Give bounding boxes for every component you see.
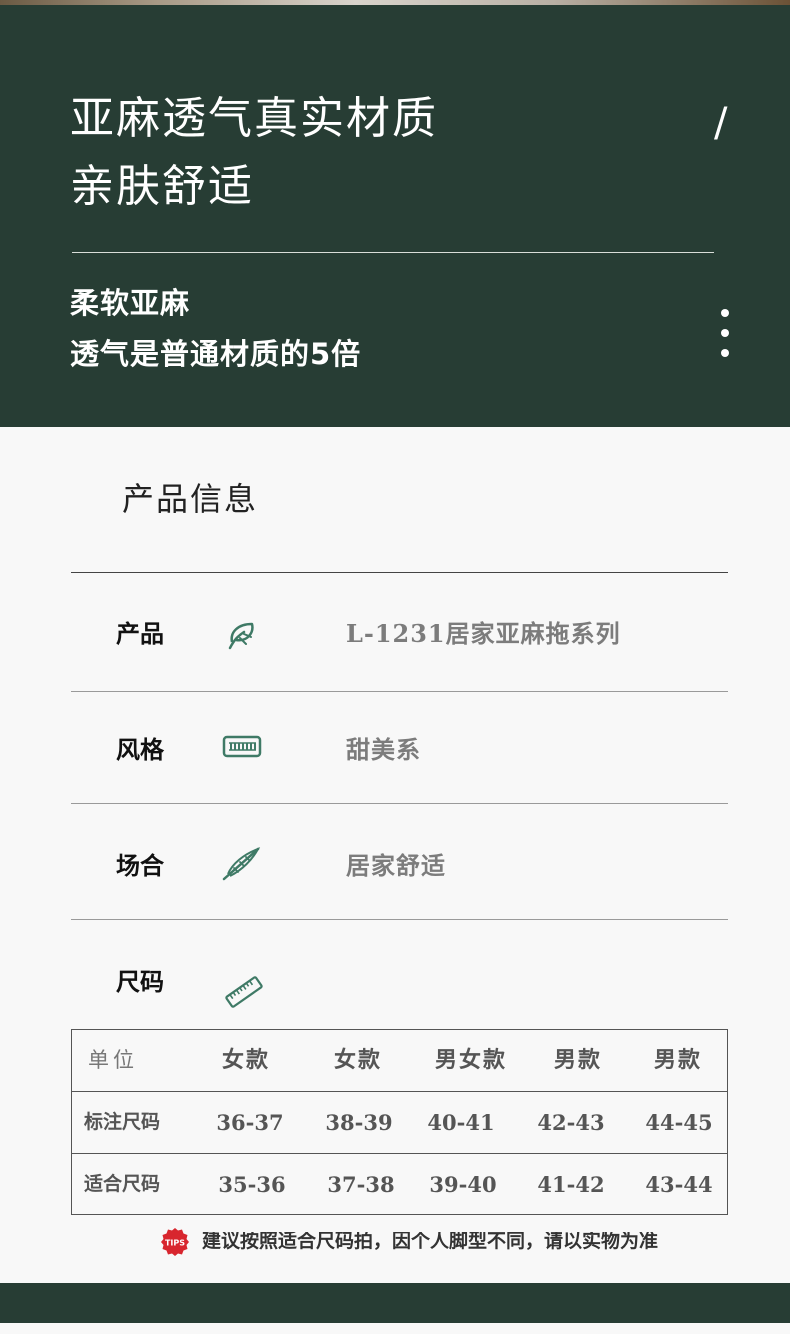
- table-cell: 39-40: [429, 1172, 497, 1197]
- table-header-cell: 男款: [553, 1047, 602, 1073]
- hero-slash: /: [714, 100, 728, 146]
- row-label-occasion: 场合: [116, 852, 164, 880]
- table-header-cell: 单位: [88, 1048, 138, 1072]
- bottom-band: [0, 1283, 790, 1323]
- leaf-icon: [228, 622, 254, 650]
- size-table: 单位 女款 女款 男女款 男款 男款 标注尺码 36-37 38-39 40-4…: [71, 1029, 728, 1215]
- table-cell: 40-41: [427, 1110, 495, 1135]
- hero-title-line1: 亚麻透气真实材质: [70, 93, 438, 144]
- table-cell: 38-39: [325, 1110, 393, 1135]
- ruler-icon: [225, 976, 263, 1008]
- row-value-occasion: 居家舒适: [346, 851, 446, 880]
- section-divider: [71, 572, 728, 573]
- table-cell: 适合尺码: [84, 1173, 161, 1195]
- table-header-cell: 男款: [653, 1047, 702, 1073]
- feather-icon: [222, 847, 261, 881]
- table-cell: 标注尺码: [84, 1111, 161, 1133]
- hero-title-line2: 亲肤舒适: [70, 161, 254, 212]
- row-divider: [71, 919, 728, 920]
- table-cell: 44-45: [645, 1110, 713, 1135]
- keyboard-icon: [222, 735, 262, 758]
- table-cell: 41-42: [537, 1172, 605, 1197]
- table-cell: 42-43: [537, 1110, 605, 1135]
- table-cell: 43-44: [645, 1172, 713, 1197]
- row-label-style: 风格: [116, 736, 164, 764]
- table-cell: 37-38: [327, 1172, 395, 1197]
- row-label-product: 产品: [116, 620, 164, 648]
- tips-badge-label: TIPS: [165, 1239, 185, 1248]
- tips-text: 建议按照适合尺码拍，因个人脚型不同，请以实物为准: [202, 1232, 659, 1251]
- row-divider: [71, 803, 728, 804]
- table-cell: 36-37: [216, 1110, 284, 1135]
- table-cell: 35-36: [218, 1172, 286, 1197]
- hero-subtitle-line1: 柔软亚麻: [70, 286, 191, 320]
- row-value-style: 甜美系: [346, 735, 421, 764]
- section-title: 产品信息: [122, 480, 259, 518]
- table-row: 标注尺码 36-37 38-39 40-41 42-43 44-45: [72, 1091, 727, 1152]
- table-header-cell: 女款: [333, 1047, 382, 1073]
- tips-badge-icon: TIPS: [161, 1228, 189, 1256]
- row-label-size: 尺码: [116, 968, 164, 996]
- row-value-product: L-1231居家亚麻拖系列: [346, 619, 621, 648]
- table-header-cell: 男女款: [434, 1047, 507, 1073]
- hero-divider: [72, 252, 714, 253]
- row-divider: [71, 691, 728, 692]
- table-header-cell: 女款: [221, 1047, 270, 1073]
- table-row: 适合尺码 35-36 37-38 39-40 41-42 43-44: [72, 1153, 727, 1214]
- more-dots-icon: [719, 309, 731, 359]
- table-header-row: 单位 女款 女款 男女款 男款 男款: [72, 1030, 727, 1091]
- hero-subtitle-line2: 透气是普通材质的5倍: [70, 337, 362, 371]
